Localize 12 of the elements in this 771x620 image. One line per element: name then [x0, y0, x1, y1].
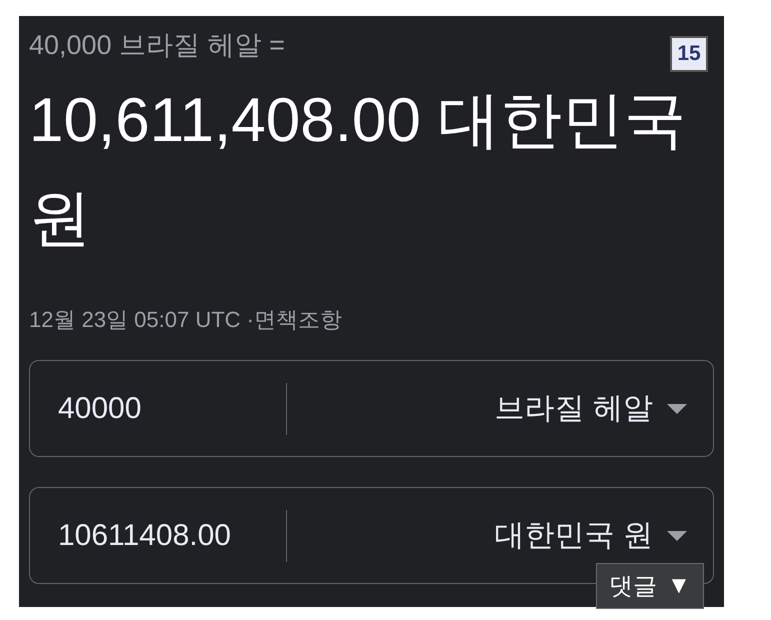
caret-icon	[667, 530, 687, 540]
caret-icon	[667, 404, 687, 414]
page-number-badge: 15	[670, 36, 708, 72]
amount-field[interactable]: 40000	[58, 388, 284, 430]
amount-field[interactable]: 10611408.00	[58, 514, 284, 556]
comment-button[interactable]: 댓글 ▼	[596, 563, 704, 609]
conversion-query: 40,000 브라질 헤알 =	[29, 29, 285, 62]
timestamp: 12월 23일 05:07 UTC ·	[29, 306, 254, 334]
disclaimer-link[interactable]: 면책조항	[254, 306, 342, 334]
conversion-result: 10,611,408.00 대한민국 원	[29, 85, 688, 255]
currency-dropdown[interactable]: 브라질 헤알	[490, 384, 691, 433]
currency-dropdown[interactable]: 대한민국 원	[490, 511, 691, 560]
